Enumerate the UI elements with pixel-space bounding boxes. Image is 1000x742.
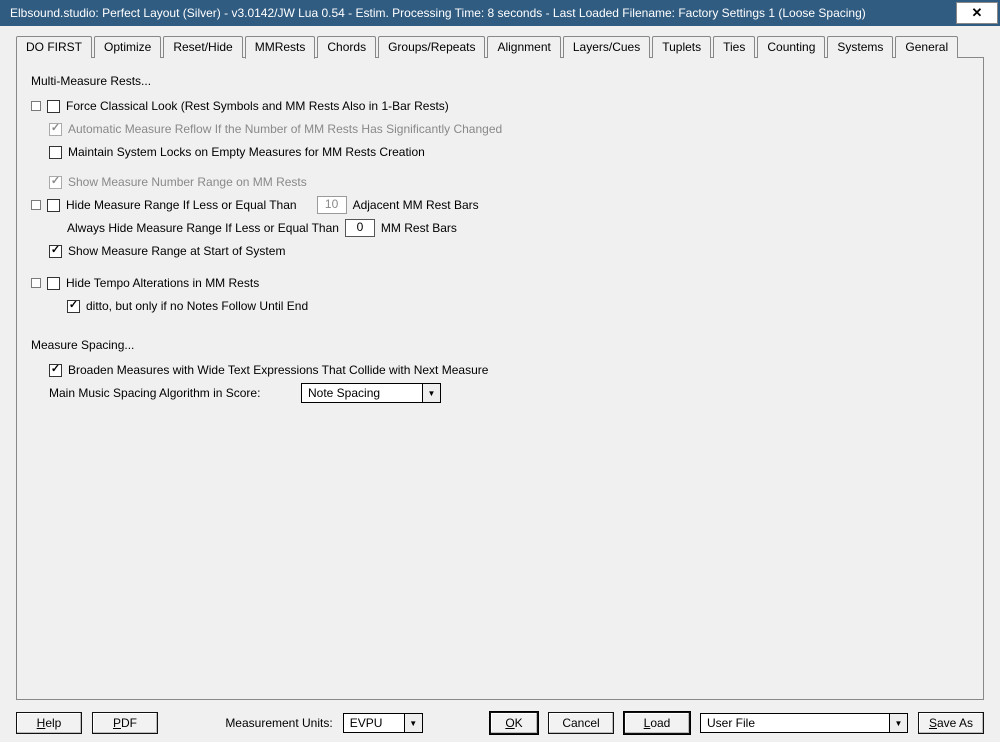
tab-do-first[interactable]: DO FIRST [16, 36, 92, 58]
pdf-button[interactable]: PDF [92, 712, 158, 734]
ok-button[interactable]: OK [490, 712, 538, 734]
checkbox-maintain-locks[interactable] [49, 146, 62, 159]
label-hide-range-leq: Hide Measure Range If Less or Equal Than [66, 198, 297, 212]
cancel-button[interactable]: Cancel [548, 712, 614, 734]
tabstrip: DO FIRST Optimize Reset/Hide MMRests Cho… [16, 36, 984, 58]
checkbox-broaden[interactable] [49, 364, 62, 377]
tab-optimize[interactable]: Optimize [94, 36, 161, 58]
pdf-label: DF [121, 716, 137, 730]
measurement-units-value: EVPU [350, 716, 404, 730]
help-button[interactable]: Help [16, 712, 82, 734]
select-algorithm-value: Note Spacing [308, 386, 422, 400]
checkbox-force-classical[interactable] [47, 100, 60, 113]
window-title: Elbsound.studio: Perfect Layout (Silver)… [10, 6, 866, 20]
select-file-value: User File [707, 716, 889, 730]
chevron-down-icon: ▼ [422, 384, 440, 402]
label-algorithm: Main Music Spacing Algorithm in Score: [49, 386, 295, 400]
label-hide-tempo: Hide Tempo Alterations in MM Rests [66, 276, 259, 290]
tab-chords[interactable]: Chords [317, 36, 376, 58]
checkbox-show-range-start[interactable] [49, 245, 62, 258]
tab-general[interactable]: General [895, 36, 958, 58]
label-always-hide-suffix: MM Rest Bars [381, 221, 457, 235]
footer-bar: Help PDF Measurement Units: EVPU ▼ OK Ca… [16, 706, 984, 734]
save-as-button[interactable]: Save As [918, 712, 984, 734]
close-button[interactable]: ✕ [956, 2, 998, 24]
label-broaden: Broaden Measures with Wide Text Expressi… [68, 363, 488, 377]
help-label: elp [45, 716, 61, 730]
titlebar: Elbsound.studio: Perfect Layout (Silver)… [0, 0, 1000, 26]
label-force-classical: Force Classical Look (Rest Symbols and M… [66, 99, 449, 113]
select-file[interactable]: User File ▼ [700, 713, 908, 733]
label-show-range-start: Show Measure Range at Start of System [68, 244, 285, 258]
label-always-hide-leq: Always Hide Measure Range If Less or Equ… [67, 221, 339, 235]
ok-label: K [515, 716, 523, 730]
close-icon: ✕ [972, 5, 983, 21]
label-maintain-locks: Maintain System Locks on Empty Measures … [68, 145, 425, 159]
group-marker-icon[interactable] [31, 101, 41, 111]
client-area: DO FIRST Optimize Reset/Hide MMRests Cho… [0, 26, 1000, 742]
checkbox-hide-tempo[interactable] [47, 277, 60, 290]
label-hide-range-leq-suffix: Adjacent MM Rest Bars [353, 198, 479, 212]
tab-groups-repeats[interactable]: Groups/Repeats [378, 36, 485, 58]
checkbox-show-range[interactable] [49, 176, 62, 189]
group-marker-icon[interactable] [31, 278, 41, 288]
tab-layers-cues[interactable]: Layers/Cues [563, 36, 650, 58]
tab-alignment[interactable]: Alignment [487, 36, 560, 58]
tab-reset-hide[interactable]: Reset/Hide [163, 36, 242, 58]
tab-panel: Multi-Measure Rests... Force Classical L… [16, 57, 984, 700]
chevron-down-icon: ▼ [404, 714, 422, 732]
tab-tuplets[interactable]: Tuplets [652, 36, 711, 58]
measurement-units-label: Measurement Units: [225, 716, 332, 730]
group-marker-icon[interactable] [31, 200, 41, 210]
app-window: Elbsound.studio: Perfect Layout (Silver)… [0, 0, 1000, 742]
save-as-label: ave As [937, 716, 973, 730]
tab-mm-rests[interactable]: MMRests [245, 36, 316, 59]
tab-systems[interactable]: Systems [827, 36, 893, 58]
load-label: Load [644, 716, 671, 730]
load-button[interactable]: Load [624, 712, 690, 734]
input-hide-range-leq-value[interactable]: 10 [317, 196, 347, 214]
section-spacing-heading: Measure Spacing... [31, 338, 969, 352]
select-measurement-units[interactable]: EVPU ▼ [343, 713, 423, 733]
checkbox-hide-range-leq[interactable] [47, 199, 60, 212]
tab-ties[interactable]: Ties [713, 36, 755, 58]
checkbox-ditto-only[interactable] [67, 300, 80, 313]
input-always-hide-value[interactable]: 0 [345, 219, 375, 237]
select-algorithm[interactable]: Note Spacing ▼ [301, 383, 441, 403]
tab-counting[interactable]: Counting [757, 36, 825, 58]
section-mm-rests-heading: Multi-Measure Rests... [31, 74, 969, 88]
label-show-range: Show Measure Number Range on MM Rests [68, 175, 307, 189]
chevron-down-icon: ▼ [889, 714, 907, 732]
label-auto-reflow: Automatic Measure Reflow If the Number o… [68, 122, 502, 136]
label-ditto-only: ditto, but only if no Notes Follow Until… [86, 299, 308, 313]
checkbox-auto-reflow[interactable] [49, 123, 62, 136]
